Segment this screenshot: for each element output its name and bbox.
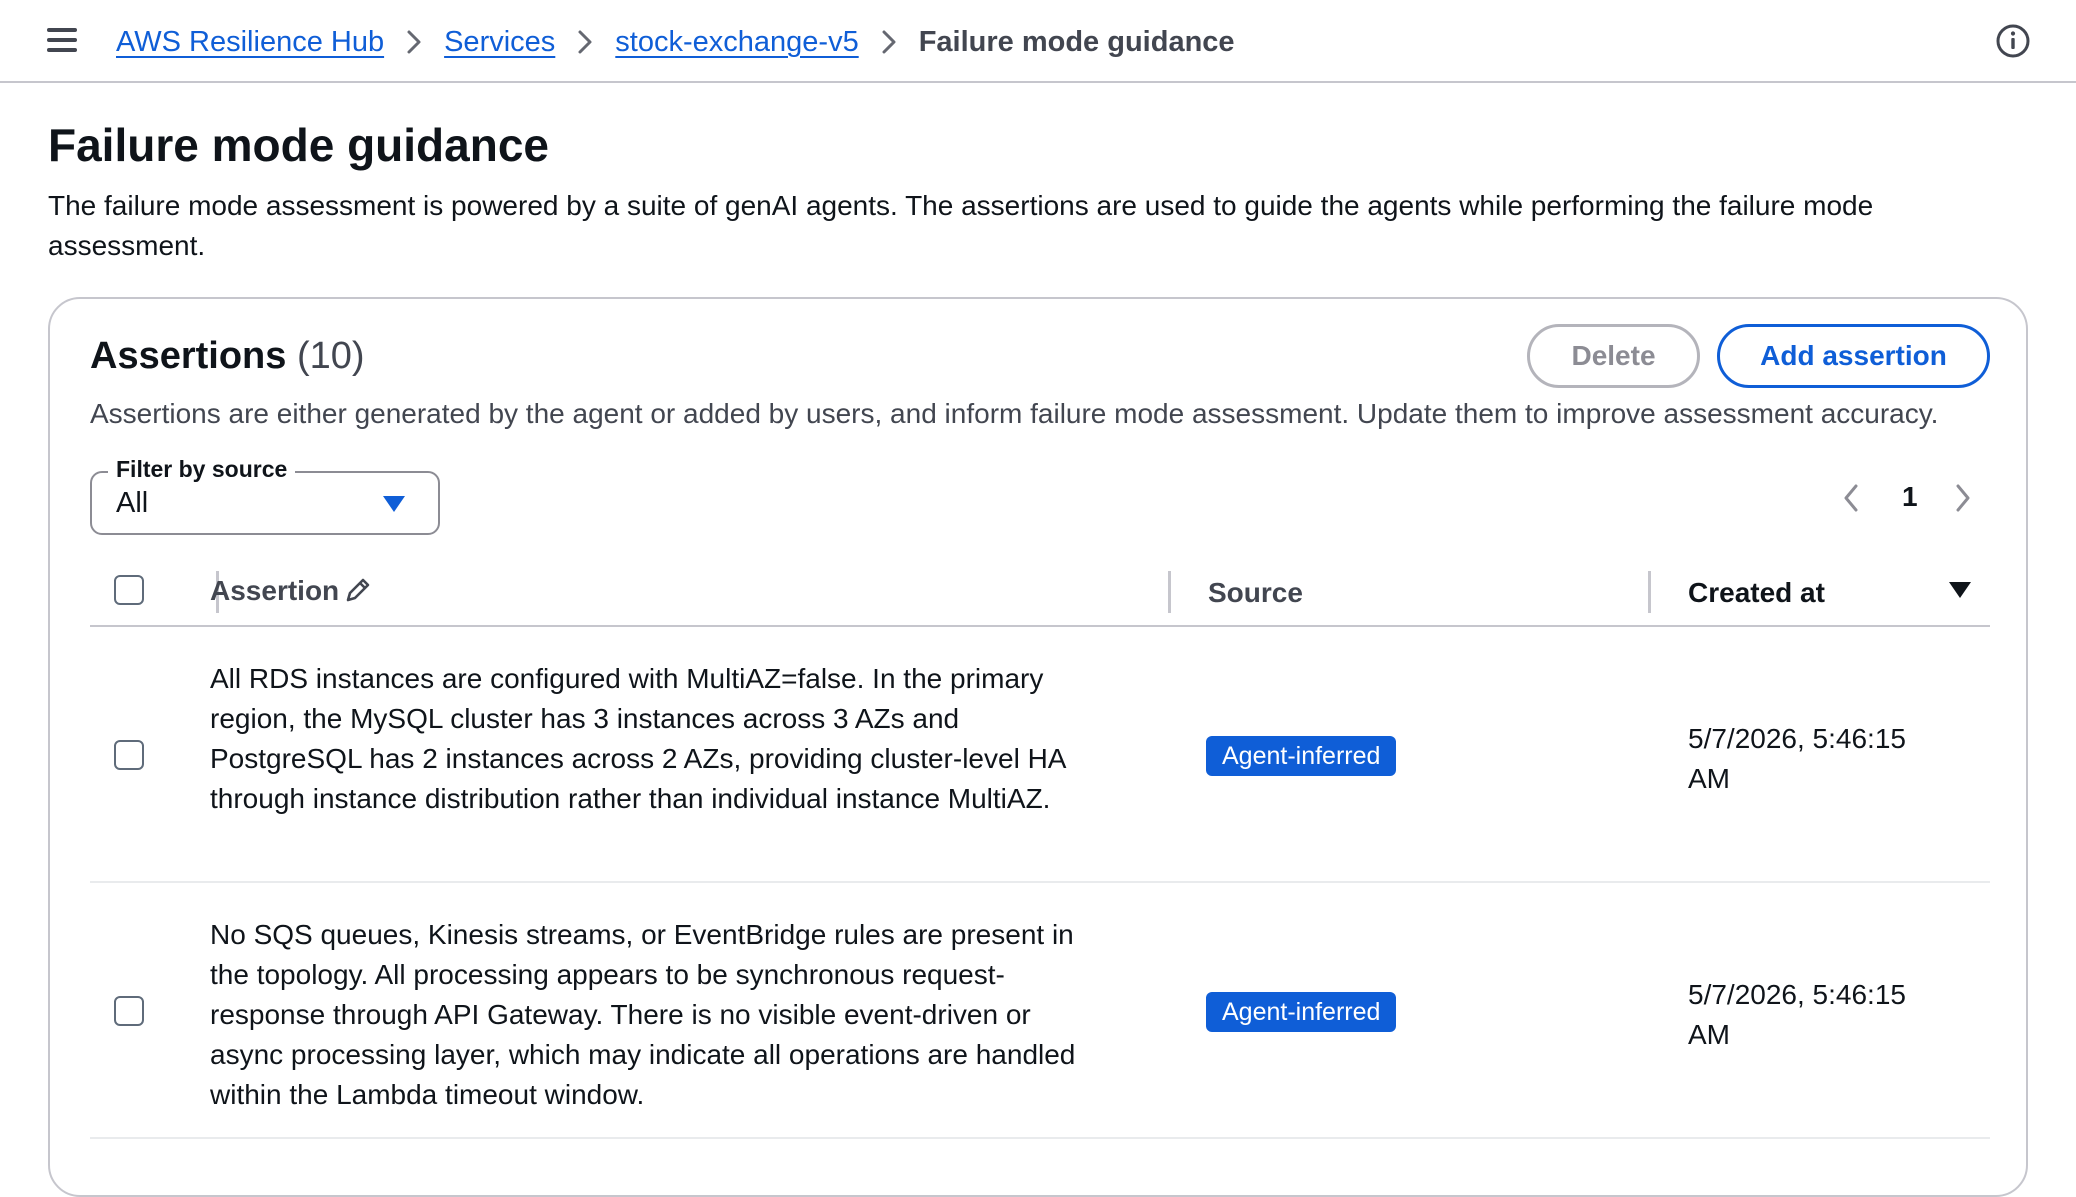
- menu-icon[interactable]: [47, 28, 77, 52]
- pagination: 1: [1842, 475, 2002, 523]
- filter-value: All: [116, 487, 149, 519]
- assertions-description: Assertions are either generated by the a…: [90, 398, 1939, 429]
- filter-by-source-select[interactable]: Filter by source All: [90, 456, 440, 535]
- filter-label: Filter by source: [108, 456, 296, 483]
- chevron-right-icon: [859, 29, 919, 55]
- delete-button[interactable]: Delete: [1527, 324, 1700, 388]
- add-assertion-button[interactable]: Add assertion: [1717, 324, 1990, 388]
- assertions-panel: Assertions (10) Delete Add assertion Ass…: [48, 297, 2028, 1197]
- table-header: Assertion Source Created at: [90, 547, 1990, 627]
- source-badge: Agent-inferred: [1206, 736, 1397, 776]
- sort-descending-icon[interactable]: [1948, 581, 1972, 604]
- column-divider: [1648, 571, 1651, 613]
- chevron-left-icon[interactable]: [1842, 483, 1860, 518]
- top-bar: AWS Resilience Hub Services stock-exchan…: [0, 0, 2076, 83]
- assertion-text: No SQS queues, Kinesis streams, or Event…: [210, 919, 1076, 1110]
- pencil-icon: [343, 575, 373, 610]
- page-title: Failure mode guidance: [48, 119, 549, 171]
- source-badge: Agent-inferred: [1206, 992, 1397, 1032]
- chevron-right-icon[interactable]: [1954, 483, 1972, 518]
- caret-down-icon: [382, 495, 406, 518]
- assertions-table: Assertion Source Created at All RDS inst…: [90, 547, 1990, 1139]
- column-header-source[interactable]: Source: [1208, 577, 1303, 609]
- chevron-right-icon: [555, 29, 615, 55]
- table-row: No SQS queues, Kinesis streams, or Event…: [90, 883, 1990, 1139]
- created-at: 5/7/2026, 5:46:15 AM: [1688, 979, 1906, 1050]
- breadcrumb-current: Failure mode guidance: [918, 25, 1235, 58]
- breadcrumb-link-app[interactable]: stock-exchange-v5: [615, 26, 858, 59]
- column-divider: [1168, 571, 1171, 613]
- breadcrumb-link-services[interactable]: Services: [444, 26, 555, 59]
- created-at: 5/7/2026, 5:46:15 AM: [1688, 723, 1906, 794]
- assertions-title: Assertions: [90, 335, 287, 377]
- assertions-heading: Assertions (10): [90, 335, 365, 378]
- breadcrumb: AWS Resilience Hub Services stock-exchan…: [116, 22, 1235, 62]
- chevron-right-icon: [384, 29, 444, 55]
- info-icon[interactable]: [1995, 23, 2031, 59]
- page-description: The failure mode assessment is powered b…: [48, 190, 1874, 261]
- page-number[interactable]: 1: [1902, 481, 1918, 513]
- row-checkbox[interactable]: [114, 740, 144, 770]
- row-checkbox[interactable]: [114, 996, 144, 1026]
- breadcrumb-link-resilience-hub[interactable]: AWS Resilience Hub: [116, 26, 384, 59]
- assertion-text: All RDS instances are configured with Mu…: [210, 663, 1065, 814]
- column-header-assertion[interactable]: Assertion: [210, 575, 339, 607]
- assertions-count: (10): [296, 335, 365, 377]
- table-row: All RDS instances are configured with Mu…: [90, 627, 1990, 883]
- select-all-checkbox[interactable]: [114, 575, 144, 605]
- column-header-created-at[interactable]: Created at: [1688, 577, 1825, 609]
